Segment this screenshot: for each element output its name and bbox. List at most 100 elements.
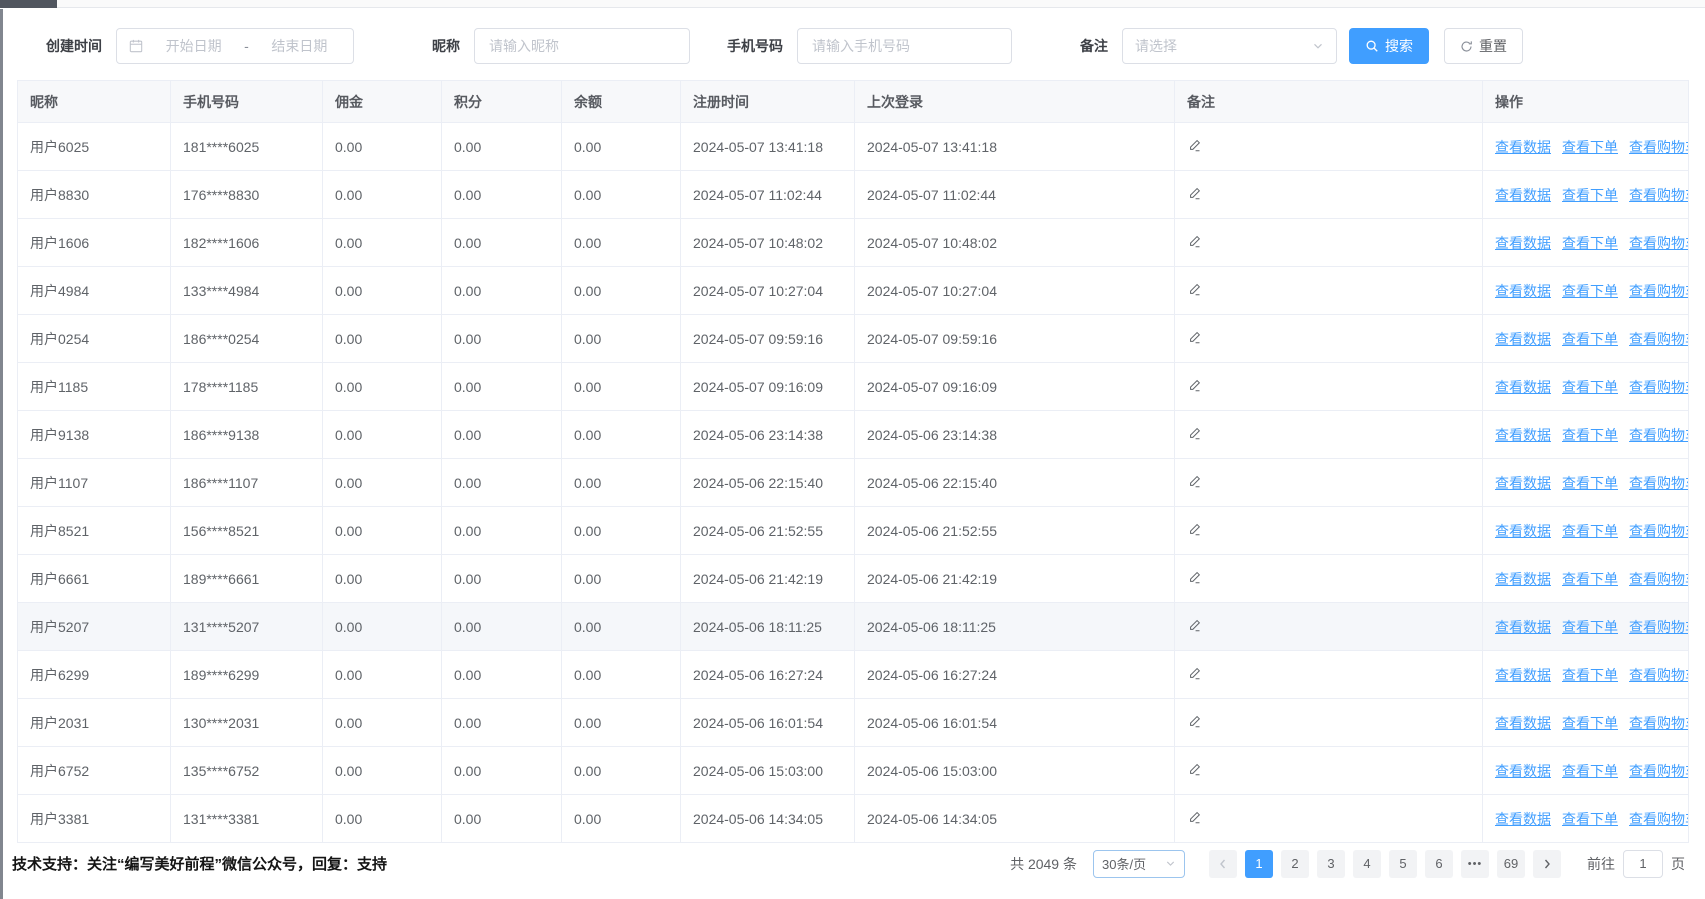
action-view-data[interactable]: 查看数据 <box>1495 811 1551 827</box>
edit-remark-icon[interactable] <box>1187 666 1202 681</box>
action-view-orders[interactable]: 查看下单 <box>1562 139 1618 155</box>
action-view-cart[interactable]: 查看购物车 <box>1629 331 1689 347</box>
edit-remark-icon[interactable] <box>1187 426 1202 441</box>
pager-page-1[interactable]: 1 <box>1245 850 1273 878</box>
phone-input[interactable] <box>810 37 999 55</box>
start-date-placeholder[interactable]: 开始日期 <box>152 36 235 56</box>
goto-page-input[interactable] <box>1623 850 1663 878</box>
remark-select[interactable]: 请选择 <box>1122 28 1337 64</box>
action-view-cart[interactable]: 查看购物车 <box>1629 667 1689 683</box>
remark-select-placeholder: 请选择 <box>1135 36 1177 56</box>
cell-last-login: 2024-05-07 10:27:04 <box>855 267 1175 315</box>
action-view-data[interactable]: 查看数据 <box>1495 763 1551 779</box>
action-view-cart[interactable]: 查看购物车 <box>1629 619 1689 635</box>
column-header: 上次登录 <box>855 81 1175 123</box>
action-view-cart[interactable]: 查看购物车 <box>1629 523 1689 539</box>
edit-remark-icon[interactable] <box>1187 234 1202 249</box>
action-view-orders[interactable]: 查看下单 <box>1562 619 1618 635</box>
sidebar-edge-strip <box>0 9 3 899</box>
action-view-data[interactable]: 查看数据 <box>1495 139 1551 155</box>
action-view-orders[interactable]: 查看下单 <box>1562 475 1618 491</box>
edit-remark-icon[interactable] <box>1187 618 1202 633</box>
action-view-cart[interactable]: 查看购物车 <box>1629 379 1689 395</box>
edit-remark-icon[interactable] <box>1187 378 1202 393</box>
pager-page-69[interactable]: 69 <box>1497 850 1525 878</box>
action-view-orders[interactable]: 查看下单 <box>1562 715 1618 731</box>
action-view-orders[interactable]: 查看下单 <box>1562 427 1618 443</box>
pager-prev-button[interactable] <box>1209 850 1237 878</box>
action-view-cart[interactable]: 查看购物车 <box>1629 283 1689 299</box>
cell-balance: 0.00 <box>562 507 681 555</box>
cell-actions: 查看数据查看下单查看购物车 <box>1483 123 1689 171</box>
action-view-data[interactable]: 查看数据 <box>1495 667 1551 683</box>
cell-actions: 查看数据查看下单查看购物车 <box>1483 171 1689 219</box>
cell-nickname: 用户6661 <box>18 555 171 603</box>
cell-remark <box>1175 411 1483 459</box>
cell-registered: 2024-05-07 09:59:16 <box>681 315 855 363</box>
table-row: 用户6661 189****6661 0.00 0.00 0.00 2024-0… <box>18 555 1689 603</box>
action-view-orders[interactable]: 查看下单 <box>1562 283 1618 299</box>
action-view-orders[interactable]: 查看下单 <box>1562 571 1618 587</box>
action-view-cart[interactable]: 查看购物车 <box>1629 811 1689 827</box>
edit-remark-icon[interactable] <box>1187 282 1202 297</box>
action-view-orders[interactable]: 查看下单 <box>1562 667 1618 683</box>
edit-remark-icon[interactable] <box>1187 522 1202 537</box>
edit-remark-icon[interactable] <box>1187 762 1202 777</box>
action-view-cart[interactable]: 查看购物车 <box>1629 187 1689 203</box>
action-view-orders[interactable]: 查看下单 <box>1562 235 1618 251</box>
cell-commission: 0.00 <box>323 363 442 411</box>
cell-balance: 0.00 <box>562 603 681 651</box>
action-view-data[interactable]: 查看数据 <box>1495 331 1551 347</box>
search-button[interactable]: 搜索 <box>1349 28 1429 64</box>
pager-page-2[interactable]: 2 <box>1281 850 1309 878</box>
action-view-orders[interactable]: 查看下单 <box>1562 763 1618 779</box>
action-view-cart[interactable]: 查看购物车 <box>1629 139 1689 155</box>
cell-balance: 0.00 <box>562 747 681 795</box>
action-view-data[interactable]: 查看数据 <box>1495 283 1551 299</box>
column-header: 佣金 <box>323 81 442 123</box>
action-view-data[interactable]: 查看数据 <box>1495 427 1551 443</box>
action-view-data[interactable]: 查看数据 <box>1495 523 1551 539</box>
action-view-data[interactable]: 查看数据 <box>1495 571 1551 587</box>
action-view-data[interactable]: 查看数据 <box>1495 475 1551 491</box>
action-view-data[interactable]: 查看数据 <box>1495 235 1551 251</box>
pager-page-5[interactable]: 5 <box>1389 850 1417 878</box>
cell-registered: 2024-05-06 15:03:00 <box>681 747 855 795</box>
cell-last-login: 2024-05-07 13:41:18 <box>855 123 1175 171</box>
cell-nickname: 用户0254 <box>18 315 171 363</box>
action-view-cart[interactable]: 查看购物车 <box>1629 571 1689 587</box>
edit-remark-icon[interactable] <box>1187 714 1202 729</box>
action-view-data[interactable]: 查看数据 <box>1495 187 1551 203</box>
action-view-orders[interactable]: 查看下单 <box>1562 523 1618 539</box>
nickname-input[interactable] <box>487 37 677 55</box>
action-view-data[interactable]: 查看数据 <box>1495 379 1551 395</box>
reset-button[interactable]: 重置 <box>1444 28 1523 64</box>
action-view-data[interactable]: 查看数据 <box>1495 619 1551 635</box>
edit-remark-icon[interactable] <box>1187 138 1202 153</box>
edit-remark-icon[interactable] <box>1187 330 1202 345</box>
action-view-cart[interactable]: 查看购物车 <box>1629 427 1689 443</box>
end-date-placeholder[interactable]: 结束日期 <box>258 36 341 56</box>
pager-page-3[interactable]: 3 <box>1317 850 1345 878</box>
action-view-orders[interactable]: 查看下单 <box>1562 187 1618 203</box>
table-row: 用户0254 186****0254 0.00 0.00 0.00 2024-0… <box>18 315 1689 363</box>
edit-remark-icon[interactable] <box>1187 810 1202 825</box>
pager-more-button[interactable]: ••• <box>1461 850 1489 878</box>
page-size-select[interactable]: 30条/页 <box>1093 850 1185 878</box>
action-view-cart[interactable]: 查看购物车 <box>1629 235 1689 251</box>
action-view-orders[interactable]: 查看下单 <box>1562 379 1618 395</box>
action-view-orders[interactable]: 查看下单 <box>1562 811 1618 827</box>
cell-last-login: 2024-05-06 21:52:55 <box>855 507 1175 555</box>
date-range-picker[interactable]: 开始日期 - 结束日期 <box>116 28 354 64</box>
pager-page-4[interactable]: 4 <box>1353 850 1381 878</box>
action-view-orders[interactable]: 查看下单 <box>1562 331 1618 347</box>
edit-remark-icon[interactable] <box>1187 474 1202 489</box>
edit-remark-icon[interactable] <box>1187 186 1202 201</box>
action-view-cart[interactable]: 查看购物车 <box>1629 763 1689 779</box>
action-view-cart[interactable]: 查看购物车 <box>1629 715 1689 731</box>
action-view-cart[interactable]: 查看购物车 <box>1629 475 1689 491</box>
edit-remark-icon[interactable] <box>1187 570 1202 585</box>
pager-next-button[interactable] <box>1533 850 1561 878</box>
pager-page-6[interactable]: 6 <box>1425 850 1453 878</box>
action-view-data[interactable]: 查看数据 <box>1495 715 1551 731</box>
